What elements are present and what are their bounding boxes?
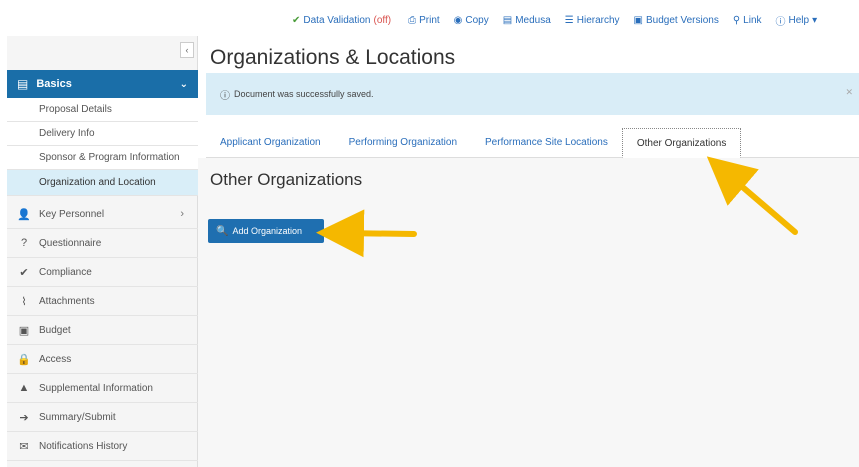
hierarchy-button[interactable]: ☰ Hierarchy (565, 15, 620, 26)
copy-button[interactable]: ◉ Copy (454, 15, 489, 26)
budget-versions-icon: ▣ (633, 14, 643, 26)
sidebar-item-access[interactable]: 🔒 Access (7, 345, 198, 374)
sidebar-subitem-organization-location[interactable]: Organization and Location (7, 170, 198, 196)
sidebar-item-attachments[interactable]: ⌇ Attachments (7, 287, 198, 316)
info-icon: ⓘ (220, 90, 230, 102)
help-icon: ⓘ (775, 16, 786, 28)
envelope-icon: ✉ (19, 440, 29, 453)
hierarchy-icon: ☰ (564, 14, 574, 26)
budget-versions-button[interactable]: ▣ Budget Versions (634, 15, 719, 26)
eye-icon: ◉ (453, 14, 463, 26)
tab-performing-organization[interactable]: Performing Organization (335, 127, 471, 157)
document-icon: ▤ (17, 77, 29, 91)
content-background (198, 158, 859, 467)
question-icon: ? (20, 237, 28, 249)
user-icon: 👤 (17, 208, 31, 221)
submit-icon: ➔ (19, 411, 29, 424)
close-icon[interactable]: ✕ (845, 87, 853, 98)
sidebar-item-compliance[interactable]: ✔ Compliance (7, 258, 198, 287)
sidebar-item-supplemental[interactable]: ▲ Supplemental Information (7, 374, 198, 403)
sidebar-subitem-delivery-info[interactable]: Delivery Info (7, 122, 198, 146)
page-title: Organizations & Locations (210, 46, 456, 69)
add-organization-button[interactable]: 🔍 Add Organization (208, 219, 324, 243)
budget-icon: ▣ (18, 324, 30, 337)
link-icon: ⚲ (732, 14, 741, 26)
help-menu[interactable]: ⓘ Help ▾ (776, 13, 821, 28)
sidebar-subitem-proposal-details[interactable]: Proposal Details (7, 98, 198, 122)
sidebar-item-basics[interactable]: ▤ Basics ⌄ (7, 70, 198, 98)
print-icon: ⎙ (408, 14, 417, 26)
caret-down-icon: ▾ (812, 14, 818, 26)
medusa-icon: ▤ (502, 14, 513, 26)
section-title: Other Organizations (210, 170, 363, 189)
sidebar-item-budget[interactable]: ▣ Budget (7, 316, 198, 345)
sidebar-item-questionnaire[interactable]: ? Questionnaire (7, 229, 198, 258)
tab-other-organizations[interactable]: Other Organizations (621, 128, 742, 158)
sidebar-item-label: Basics (36, 78, 72, 90)
search-icon: 🔍 (216, 225, 229, 237)
chevron-right-icon: › (180, 208, 184, 220)
sidebar-subitem-sponsor-program[interactable]: Sponsor & Program Information (7, 146, 198, 170)
link-button[interactable]: ⚲ Link (733, 15, 762, 26)
data-validation-toggle[interactable]: ✔ Data Validation (off) (292, 15, 394, 26)
medusa-button[interactable]: ▤ Medusa (503, 15, 551, 26)
supplemental-icon: ▲ (18, 382, 30, 394)
tab-bar: Applicant Organization Performing Organi… (206, 128, 859, 158)
tab-applicant-organization[interactable]: Applicant Organization (206, 127, 335, 157)
sidebar-item-notifications-history[interactable]: ✉ Notifications History (7, 432, 198, 461)
sidebar: ▤ Basics ⌄ Proposal Details Delivery Inf… (7, 36, 198, 467)
alert-text: Document was successfully saved. (234, 89, 374, 99)
data-validation-state: (off) (373, 14, 392, 26)
success-alert: ⓘ Document was successfully saved. ✕ (206, 73, 859, 115)
chevron-down-icon: ⌄ (179, 78, 188, 90)
print-button[interactable]: ⎙ Print (408, 15, 440, 26)
lock-icon: 🔒 (17, 353, 31, 366)
sidebar-collapse-button[interactable]: ‹ (180, 42, 194, 58)
check-icon: ✔ (19, 266, 29, 279)
toolbar: ✔ Data Validation (off) ⎙ Print ◉ Copy ▤… (292, 10, 859, 30)
sidebar-item-summary-submit[interactable]: ➔ Summary/Submit (7, 403, 198, 432)
tab-performance-site-locations[interactable]: Performance Site Locations (471, 127, 622, 157)
check-icon: ✔ (292, 14, 301, 26)
sidebar-item-key-personnel[interactable]: 👤 Key Personnel › (7, 200, 198, 229)
paperclip-icon: ⌇ (21, 295, 27, 308)
